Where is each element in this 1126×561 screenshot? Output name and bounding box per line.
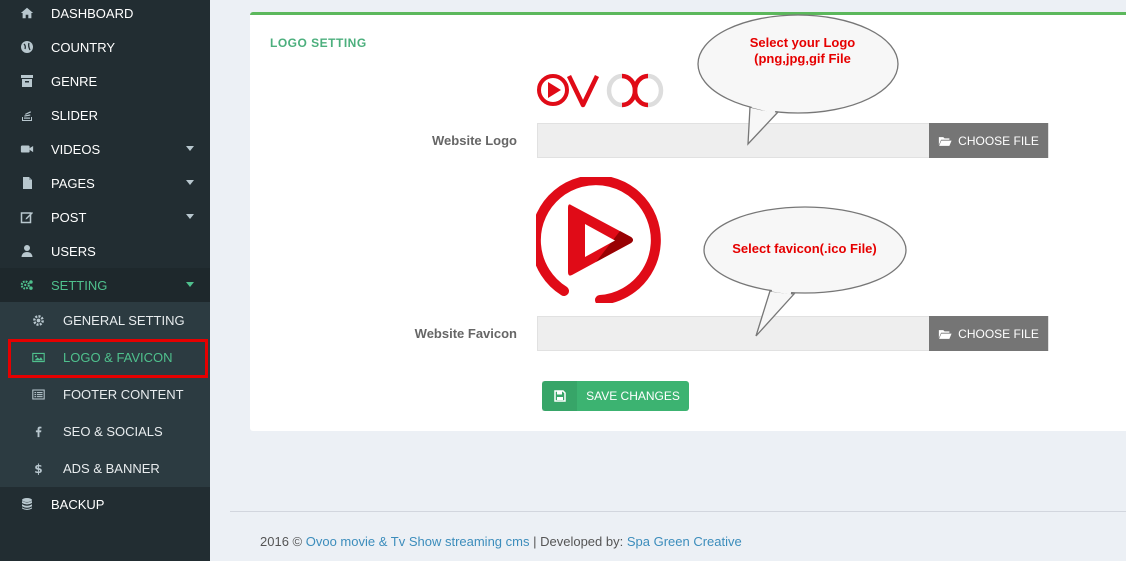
image-icon <box>28 351 48 364</box>
sidebar-item-label: SEO & SOCIALS <box>63 424 163 439</box>
stack-icon <box>17 108 37 122</box>
sidebar-item-label: ADS & BANNER <box>63 461 160 476</box>
archive-icon <box>17 74 37 88</box>
panel-title: LOGO SETTING <box>270 36 367 50</box>
choose-file-label: CHOOSE FILE <box>958 133 1039 148</box>
logo-setting-panel: LOGO SETTING Website Logo CHOOSE FILE We… <box>250 12 1126 431</box>
footer-separator: | Developed by: <box>533 534 624 549</box>
website-favicon-label: Website Favicon <box>414 326 517 341</box>
home-icon <box>17 6 37 20</box>
favicon-hint-text: Select favicon(.ico File) <box>732 241 877 256</box>
floppy-disk-icon <box>542 381 577 411</box>
choose-logo-file-button[interactable]: CHOOSE FILE <box>929 123 1048 158</box>
sidebar-item-label: GENERAL SETTING <box>63 313 185 328</box>
choose-favicon-file-button[interactable]: CHOOSE FILE <box>929 316 1048 351</box>
sidebar-item-label: GENRE <box>51 73 98 89</box>
sidebar-item-seo-socials[interactable]: SEO & SOCIALS <box>0 413 210 450</box>
sidebar-item-videos[interactable]: VIDEOS <box>0 132 210 166</box>
setting-submenu: GENERAL SETTING LOGO & FAVICON FOOTER CO… <box>0 302 210 487</box>
sidebar-item-label: VIDEOS <box>51 141 101 157</box>
cog-icon <box>28 314 48 327</box>
website-logo-label: Website Logo <box>432 133 517 148</box>
sidebar-item-slider[interactable]: SLIDER <box>0 98 210 132</box>
globe-icon <box>17 40 37 54</box>
footer-year: 2016 © <box>260 534 303 549</box>
file-icon <box>17 176 37 190</box>
sidebar-item-general-setting[interactable]: GENERAL SETTING <box>0 302 210 339</box>
sidebar-item-post[interactable]: POST <box>0 200 210 234</box>
save-changes-button[interactable]: SAVE CHANGES <box>542 381 689 411</box>
video-camera-icon <box>17 142 37 156</box>
sidebar-item-label: FOOTER CONTENT <box>63 387 184 402</box>
database-icon <box>17 497 37 511</box>
sidebar-item-pages[interactable]: PAGES <box>0 166 210 200</box>
sidebar-item-country[interactable]: COUNTRY <box>0 30 210 64</box>
sidebar-item-backup[interactable]: BACKUP <box>0 487 210 521</box>
logo-hint-bubble <box>697 14 899 146</box>
sidebar-item-label: SLIDER <box>51 107 98 123</box>
dollar-icon: $ <box>28 462 48 475</box>
facebook-icon <box>28 425 48 438</box>
save-changes-label: SAVE CHANGES <box>586 389 680 403</box>
sidebar-item-label: BACKUP <box>51 496 105 512</box>
chevron-down-icon <box>186 214 194 219</box>
choose-file-label: CHOOSE FILE <box>958 326 1039 341</box>
list-alt-icon <box>28 388 48 401</box>
sidebar-item-genre[interactable]: GENRE <box>0 64 210 98</box>
chevron-down-icon <box>186 180 194 185</box>
website-favicon-preview <box>536 177 661 303</box>
sidebar-item-users[interactable]: USERS <box>0 234 210 268</box>
sidebar-item-label: POST <box>51 209 87 225</box>
user-icon <box>17 244 37 258</box>
favicon-hint-bubble <box>703 206 907 337</box>
sidebar-item-label: DASHBOARD <box>51 5 134 21</box>
sidebar-item-footer-content[interactable]: FOOTER CONTENT <box>0 376 210 413</box>
chevron-down-icon <box>186 146 194 151</box>
sidebar-item-label: LOGO & FAVICON <box>63 350 173 365</box>
svg-text:$: $ <box>34 462 42 475</box>
folder-open-icon <box>939 329 952 339</box>
folder-open-icon <box>939 136 952 146</box>
footer-product-link[interactable]: Ovoo movie & Tv Show streaming cms <box>306 534 530 549</box>
sidebar-item-label: PAGES <box>51 175 95 191</box>
sidebar-item-logo-favicon[interactable]: LOGO & FAVICON <box>0 339 210 376</box>
logo-hint-line2: (png,jpg,gif File <box>754 51 851 66</box>
logo-hint-text: Select your Logo (png,jpg,gif File <box>720 35 885 67</box>
sidebar-item-dashboard[interactable]: DASHBOARD <box>0 0 210 30</box>
sidebar-item-ads-banner[interactable]: $ ADS & BANNER <box>0 450 210 487</box>
website-logo-preview <box>537 73 664 108</box>
sidebar-item-label: COUNTRY <box>51 39 116 55</box>
edit-icon <box>17 210 37 224</box>
chevron-down-icon <box>186 282 194 287</box>
sidebar: DASHBOARD COUNTRY GENRE SLIDER VIDEOS PA… <box>0 0 210 561</box>
gears-icon <box>17 278 37 292</box>
sidebar-item-label: SETTING <box>51 277 108 293</box>
footer-text: 2016 © Ovoo movie & Tv Show streaming cm… <box>260 534 742 549</box>
sidebar-item-label: USERS <box>51 243 96 259</box>
logo-hint-line1: Select your Logo <box>749 35 856 50</box>
footer: 2016 © Ovoo movie & Tv Show streaming cm… <box>230 511 1126 561</box>
footer-developer-link[interactable]: Spa Green Creative <box>627 534 742 549</box>
sidebar-item-setting[interactable]: SETTING <box>0 268 210 302</box>
